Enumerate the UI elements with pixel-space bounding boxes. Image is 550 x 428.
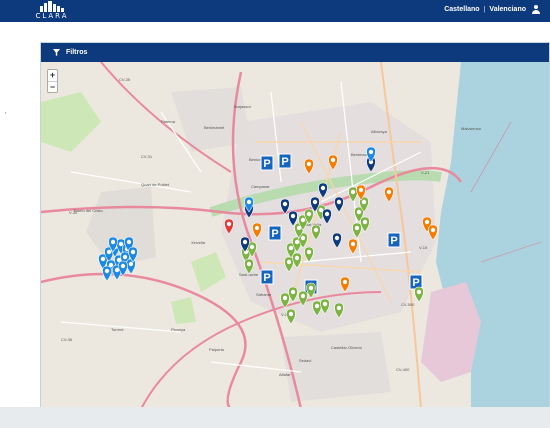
parking-marker-icon[interactable]: P	[278, 153, 292, 169]
green-marker-icon[interactable]	[414, 286, 424, 303]
language-separator: |	[483, 6, 486, 13]
zoom-in-button[interactable]: +	[48, 70, 57, 81]
green-marker-icon[interactable]	[284, 256, 294, 273]
parking-marker-icon[interactable]: P	[260, 269, 274, 285]
green-marker-icon[interactable]	[311, 224, 321, 241]
green-marker-icon[interactable]	[360, 216, 370, 233]
navy-marker-icon[interactable]	[334, 196, 344, 213]
green-marker-icon[interactable]	[304, 246, 314, 263]
user-icon[interactable]	[532, 5, 540, 14]
green-marker-icon[interactable]	[286, 308, 296, 325]
navy-marker-icon[interactable]	[332, 232, 342, 249]
language-castellano[interactable]: Castellano	[444, 6, 479, 13]
green-marker-icon[interactable]	[348, 186, 358, 203]
green-marker-icon[interactable]	[334, 302, 344, 319]
green-marker-icon[interactable]	[292, 252, 302, 269]
navy-marker-icon[interactable]	[280, 198, 290, 215]
city-skyline-icon	[40, 1, 64, 12]
parking-marker-icon[interactable]: P	[268, 225, 282, 241]
map-markers-layer: PPPPPPP	[98, 146, 438, 325]
svg-text:P: P	[390, 235, 397, 247]
orange-marker-icon[interactable]	[348, 238, 358, 255]
orange-marker-icon[interactable]	[252, 222, 262, 239]
map-view[interactable]: Paterna Benimàmet Burjassot Quart de Pob…	[41, 62, 549, 409]
filters-header[interactable]: Filtros	[41, 43, 549, 62]
green-marker-icon[interactable]	[352, 222, 362, 239]
clara-logo[interactable]: CLARA	[30, 1, 74, 21]
green-marker-icon[interactable]	[244, 258, 254, 275]
green-marker-icon[interactable]	[288, 286, 298, 303]
navy-marker-icon[interactable]	[322, 208, 332, 225]
top-navigation-bar: CLARA Castellano | Valenciano	[0, 0, 550, 22]
orange-marker-icon[interactable]	[328, 154, 338, 171]
parking-marker-icon[interactable]: P	[260, 155, 274, 171]
green-marker-icon[interactable]	[298, 290, 308, 307]
map-panel: Filtros Paterna Benimàmet Burjassot Quar…	[40, 42, 550, 409]
green-marker-icon[interactable]	[280, 292, 290, 309]
navy-marker-icon[interactable]	[318, 182, 328, 199]
zoom-control: + −	[47, 69, 58, 93]
orange-marker-icon[interactable]	[428, 224, 438, 241]
green-marker-icon[interactable]	[320, 298, 330, 315]
red-marker-icon[interactable]	[224, 218, 234, 235]
blue-marker-icon[interactable]	[126, 258, 136, 275]
side-marker: ▪	[5, 110, 7, 115]
zoom-out-button[interactable]: −	[48, 81, 57, 92]
orange-marker-icon[interactable]	[304, 158, 314, 175]
green-marker-icon[interactable]	[306, 282, 316, 299]
parking-marker-icon[interactable]: P	[387, 232, 401, 248]
orange-marker-icon[interactable]	[340, 276, 350, 293]
filter-icon	[53, 49, 60, 56]
page-footer	[0, 407, 550, 428]
orange-marker-icon[interactable]	[384, 186, 394, 203]
green-marker-icon[interactable]	[312, 300, 322, 317]
blue-marker-icon[interactable]	[102, 265, 112, 282]
svg-text:P: P	[271, 228, 278, 240]
language-switcher: Castellano | Valenciano	[444, 5, 540, 14]
filters-label: Filtros	[66, 49, 88, 56]
language-valenciano[interactable]: Valenciano	[489, 6, 526, 13]
svg-text:P: P	[263, 158, 270, 170]
svg-text:P: P	[281, 156, 288, 168]
logo-text: CLARA	[35, 12, 69, 20]
svg-text:P: P	[263, 272, 270, 284]
